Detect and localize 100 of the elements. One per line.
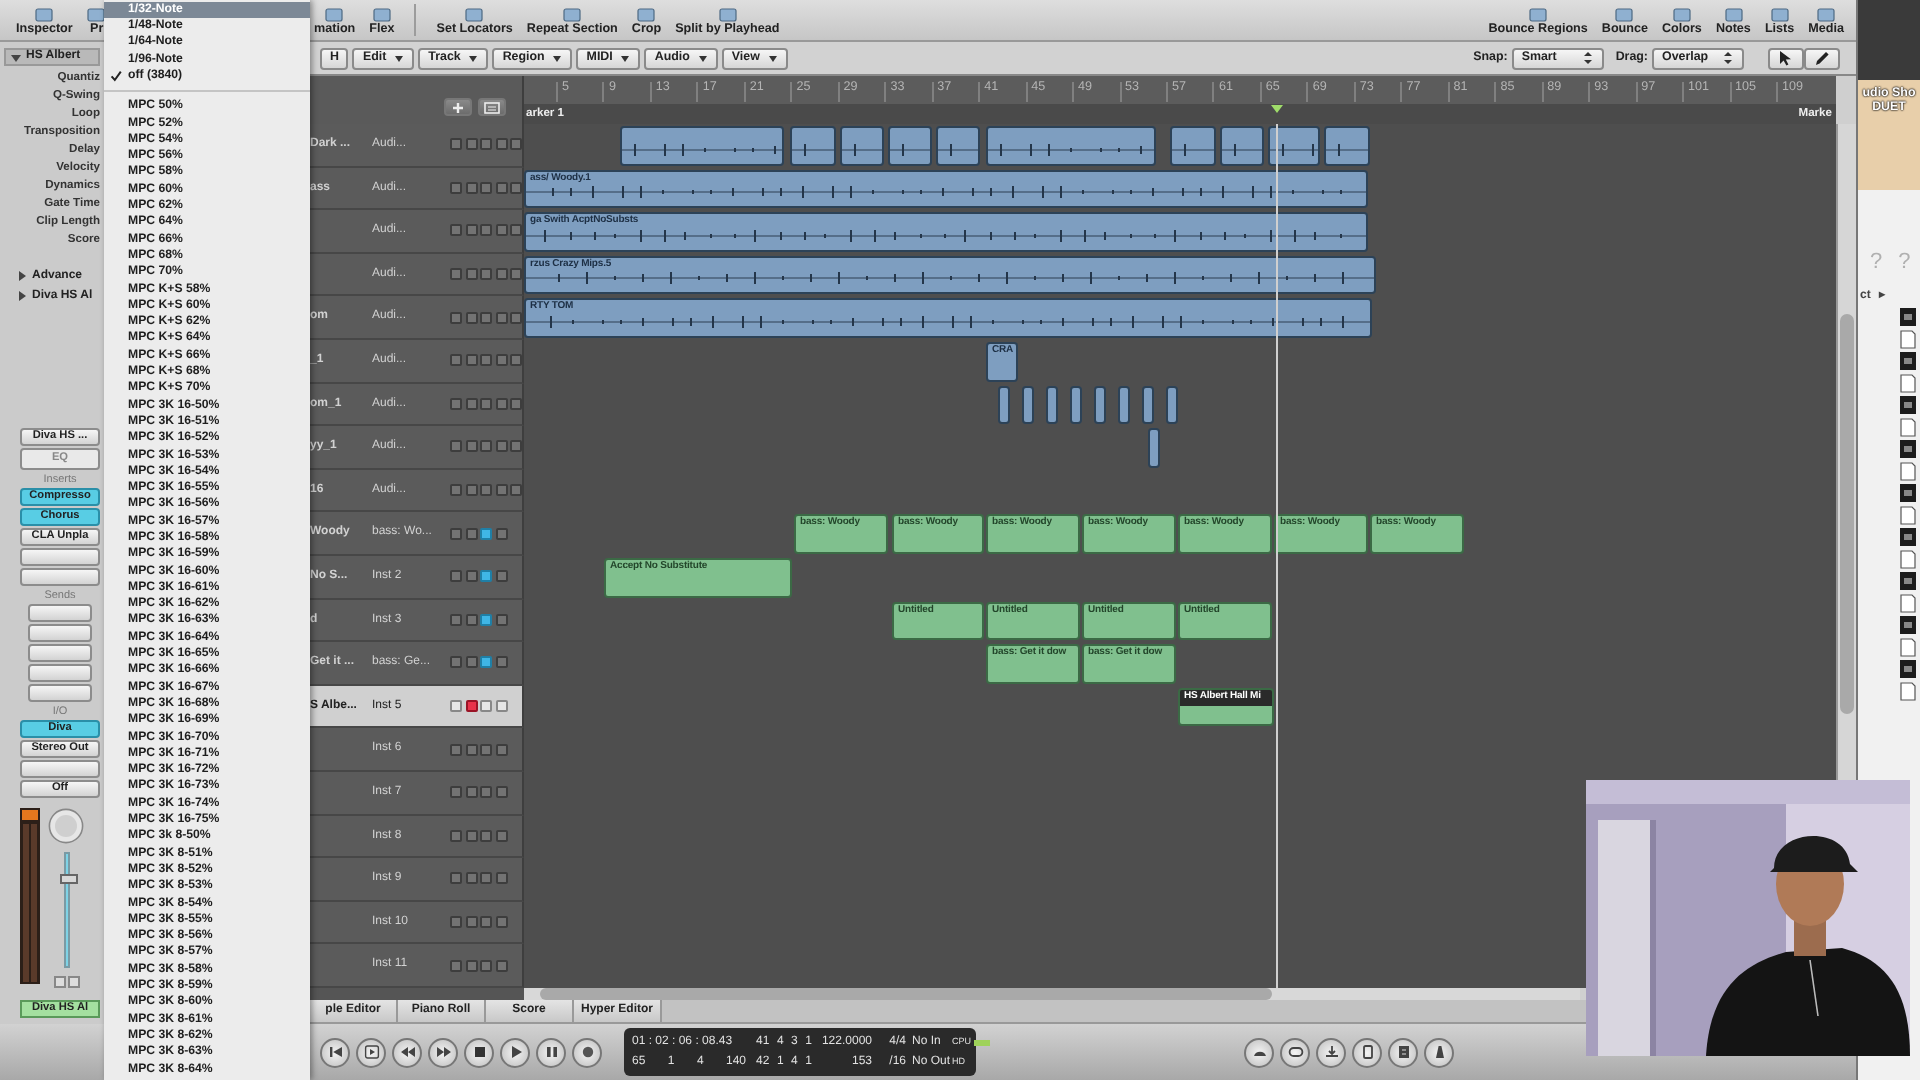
audio-region[interactable] xyxy=(1118,385,1130,425)
solo-button[interactable] xyxy=(1388,1037,1418,1067)
audio-region[interactable] xyxy=(1022,385,1034,425)
record-button[interactable] xyxy=(480,311,492,324)
disclosure-triangle-icon[interactable] xyxy=(16,290,28,302)
audio-region[interactable] xyxy=(1046,385,1058,425)
audio-region[interactable] xyxy=(888,126,932,166)
freeze-button[interactable] xyxy=(465,181,477,194)
input-monitor-button[interactable] xyxy=(450,268,462,281)
fader-thumb[interactable] xyxy=(59,873,77,884)
input-monitor-button[interactable] xyxy=(450,138,462,151)
mute-button[interactable] xyxy=(480,743,492,756)
mute-button[interactable] xyxy=(480,786,492,799)
freeze-button[interactable] xyxy=(450,527,462,540)
mute-button[interactable] xyxy=(480,829,492,842)
freeze-button[interactable] xyxy=(450,829,462,842)
mute-button[interactable] xyxy=(480,527,492,540)
record-button[interactable] xyxy=(465,570,477,583)
input-monitor-button[interactable] xyxy=(450,181,462,194)
send-slot[interactable] xyxy=(28,663,92,682)
mute-button[interactable] xyxy=(495,181,507,194)
mute-button[interactable] xyxy=(480,700,492,713)
mute-button[interactable] xyxy=(495,484,507,497)
mute-button[interactable] xyxy=(480,872,492,885)
freeze-button[interactable] xyxy=(465,224,477,237)
mute-button[interactable] xyxy=(480,656,492,669)
audio-region[interactable] xyxy=(790,126,836,166)
record-button[interactable] xyxy=(480,440,492,453)
pencil-tool-button[interactable] xyxy=(1804,47,1840,69)
freeze-button[interactable] xyxy=(465,440,477,453)
audio-region[interactable] xyxy=(620,126,784,166)
cycle-button[interactable] xyxy=(1280,1037,1310,1067)
record-button[interactable] xyxy=(465,786,477,799)
record-button[interactable] xyxy=(465,959,477,972)
audio-region[interactable] xyxy=(998,385,1010,425)
audio-region[interactable] xyxy=(1070,385,1082,425)
input-monitor-button[interactable] xyxy=(450,397,462,410)
record-button[interactable] xyxy=(465,656,477,669)
mute-button[interactable] xyxy=(495,138,507,151)
pan-knob[interactable] xyxy=(48,808,84,844)
freeze-button[interactable] xyxy=(465,311,477,324)
audio-region[interactable] xyxy=(986,126,1156,166)
add-track-button[interactable] xyxy=(444,98,472,116)
mute-button[interactable] xyxy=(480,613,492,626)
audio-region[interactable] xyxy=(840,126,884,166)
send-slot[interactable] xyxy=(28,643,92,662)
stop-button[interactable] xyxy=(464,1037,494,1067)
mute-button[interactable] xyxy=(495,311,507,324)
punch-button[interactable] xyxy=(1352,1037,1382,1067)
record-button[interactable] xyxy=(465,915,477,928)
input-monitor-button[interactable] xyxy=(450,224,462,237)
send-slot[interactable] xyxy=(28,683,92,702)
record-button[interactable] xyxy=(465,872,477,885)
audio-region[interactable] xyxy=(1142,385,1154,425)
scrollbar-thumb[interactable] xyxy=(540,988,1272,1000)
mute-button[interactable] xyxy=(495,397,507,410)
record-button[interactable] xyxy=(480,181,492,194)
freeze-button[interactable] xyxy=(465,484,477,497)
audio-region[interactable] xyxy=(1094,385,1106,425)
mute-button[interactable] xyxy=(480,570,492,583)
metronome-button[interactable] xyxy=(1424,1037,1454,1067)
pointer-tool-button[interactable] xyxy=(1768,47,1804,69)
record-button[interactable] xyxy=(480,484,492,497)
input-monitor-button[interactable] xyxy=(450,440,462,453)
input-monitor-button[interactable] xyxy=(450,311,462,324)
play-from-selection-button[interactable] xyxy=(356,1037,386,1067)
send-slot[interactable] xyxy=(28,603,92,622)
freeze-button[interactable] xyxy=(465,354,477,367)
record-button[interactable] xyxy=(465,829,477,842)
freeze-button[interactable] xyxy=(450,959,462,972)
mute-button[interactable] xyxy=(480,959,492,972)
scrollbar-thumb[interactable] xyxy=(1840,314,1854,714)
freeze-button[interactable] xyxy=(450,656,462,669)
list-button[interactable] xyxy=(478,98,506,116)
audio-region[interactable] xyxy=(1166,385,1178,425)
pause-button[interactable] xyxy=(536,1037,566,1067)
freeze-button[interactable] xyxy=(450,915,462,928)
rewind-button[interactable] xyxy=(392,1037,422,1067)
mute-button[interactable] xyxy=(53,976,65,988)
freeze-button[interactable] xyxy=(465,268,477,281)
record-button[interactable] xyxy=(465,613,477,626)
record-button[interactable] xyxy=(480,268,492,281)
insert-slot[interactable] xyxy=(20,547,100,566)
insert-slot[interactable] xyxy=(20,567,100,586)
record-button[interactable] xyxy=(465,700,477,713)
audio-region[interactable] xyxy=(1148,428,1160,468)
freeze-button[interactable] xyxy=(450,613,462,626)
audio-region[interactable] xyxy=(1268,126,1320,166)
record-button[interactable] xyxy=(572,1037,602,1067)
record-button[interactable] xyxy=(465,743,477,756)
freeze-button[interactable] xyxy=(450,872,462,885)
mute-button[interactable] xyxy=(495,354,507,367)
group-slot[interactable] xyxy=(20,760,100,778)
scrollbar[interactable] xyxy=(524,988,1580,1000)
freeze-button[interactable] xyxy=(465,138,477,151)
mute-button[interactable] xyxy=(480,915,492,928)
freeze-button[interactable] xyxy=(450,743,462,756)
freeze-button[interactable] xyxy=(450,570,462,583)
mute-button[interactable] xyxy=(495,440,507,453)
freeze-button[interactable] xyxy=(450,700,462,713)
